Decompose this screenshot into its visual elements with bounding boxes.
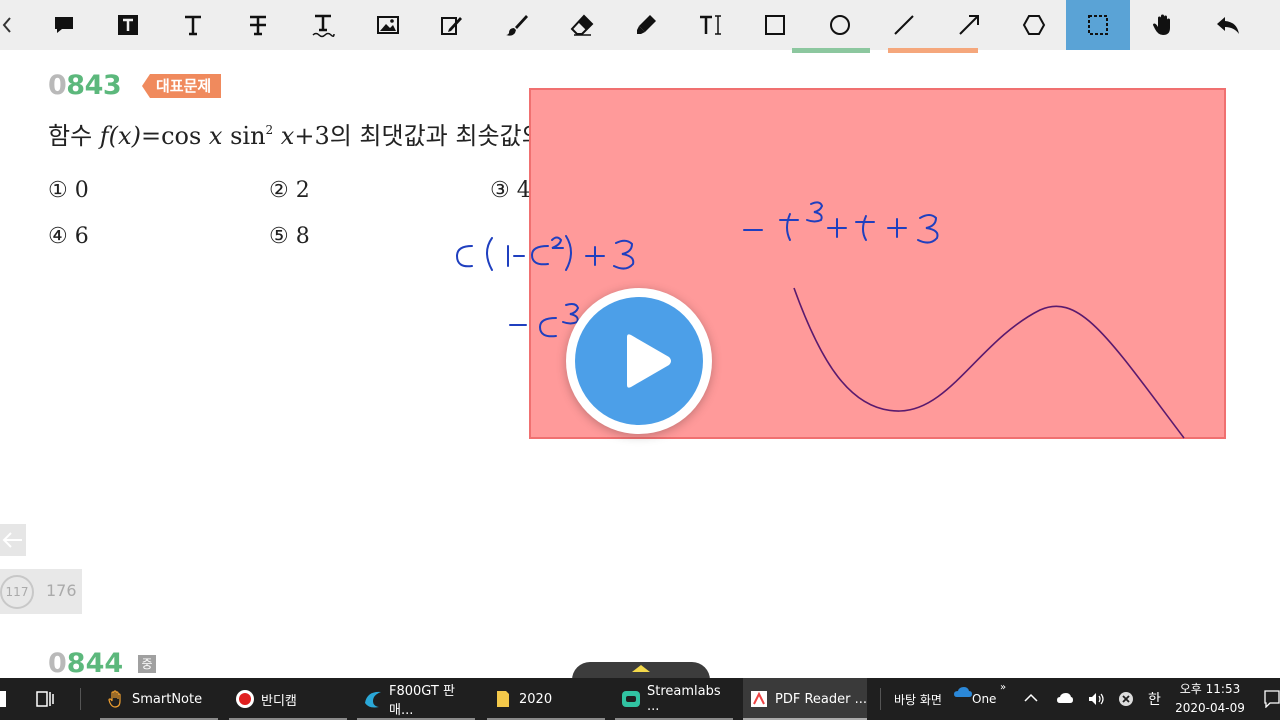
close-circle-icon[interactable] xyxy=(1118,691,1134,707)
clock-date: 2020-04-09 xyxy=(1175,701,1245,715)
page-counter[interactable]: 117 176 xyxy=(0,569,82,614)
notification-icon[interactable] xyxy=(1264,690,1280,708)
toolbar-more-icon[interactable]: » xyxy=(1000,666,1006,708)
taskbar-divider xyxy=(80,688,81,710)
chevron-up-icon xyxy=(632,665,650,672)
hand-app-icon xyxy=(108,690,121,708)
next-problem-number: 0844 xyxy=(48,648,124,679)
task-view-icon[interactable] xyxy=(36,690,56,708)
clock-time: 오후 11:53 xyxy=(1179,682,1241,696)
taskbar-divider-2 xyxy=(880,688,881,710)
start-fragment-icon xyxy=(0,691,6,707)
back-arrow-button[interactable] xyxy=(0,524,26,556)
handwritten-curve xyxy=(793,287,1185,439)
arrow-left-icon xyxy=(2,532,22,548)
onedrive-icon[interactable] xyxy=(954,686,972,698)
windows-taskbar: SmartNote 반디캠 F800GT 판매... 2020 Streamla… xyxy=(0,678,1280,720)
taskbar-app-smartnote[interactable]: SmartNote xyxy=(100,678,218,720)
volume-icon[interactable] xyxy=(1088,691,1106,707)
taskbar-app-streamlabs[interactable]: Streamlabs ... xyxy=(615,678,733,720)
desktop-toolbar[interactable]: 바탕 화면 xyxy=(894,678,942,720)
chevron-up-icon[interactable] xyxy=(1024,693,1038,703)
play-button[interactable] xyxy=(566,288,712,434)
taskbar-app-browser[interactable]: F800GT 판매... xyxy=(357,678,475,720)
taskbar-app-bandicam[interactable]: 반디캠 xyxy=(229,678,347,720)
network-cloud-icon[interactable] xyxy=(1056,691,1074,705)
total-pages: 176 xyxy=(46,581,77,600)
record-icon xyxy=(236,690,254,708)
current-page: 117 xyxy=(0,575,34,609)
onedrive-label[interactable]: One xyxy=(972,678,996,720)
folder-icon xyxy=(497,691,509,707)
system-clock[interactable]: 오후 11:53 2020-04-09 xyxy=(1170,680,1250,718)
streamlabs-icon xyxy=(622,691,640,707)
browser-icon xyxy=(365,691,381,708)
taskbar-app-folder[interactable]: 2020 xyxy=(487,678,605,720)
taskbar-app-pdf-reader[interactable]: PDF Reader ... xyxy=(743,678,867,720)
play-icon xyxy=(575,297,703,425)
difficulty-badge: 중 xyxy=(138,655,156,673)
pdf-icon xyxy=(751,691,767,707)
ime-indicator[interactable]: 한 xyxy=(1148,678,1161,720)
